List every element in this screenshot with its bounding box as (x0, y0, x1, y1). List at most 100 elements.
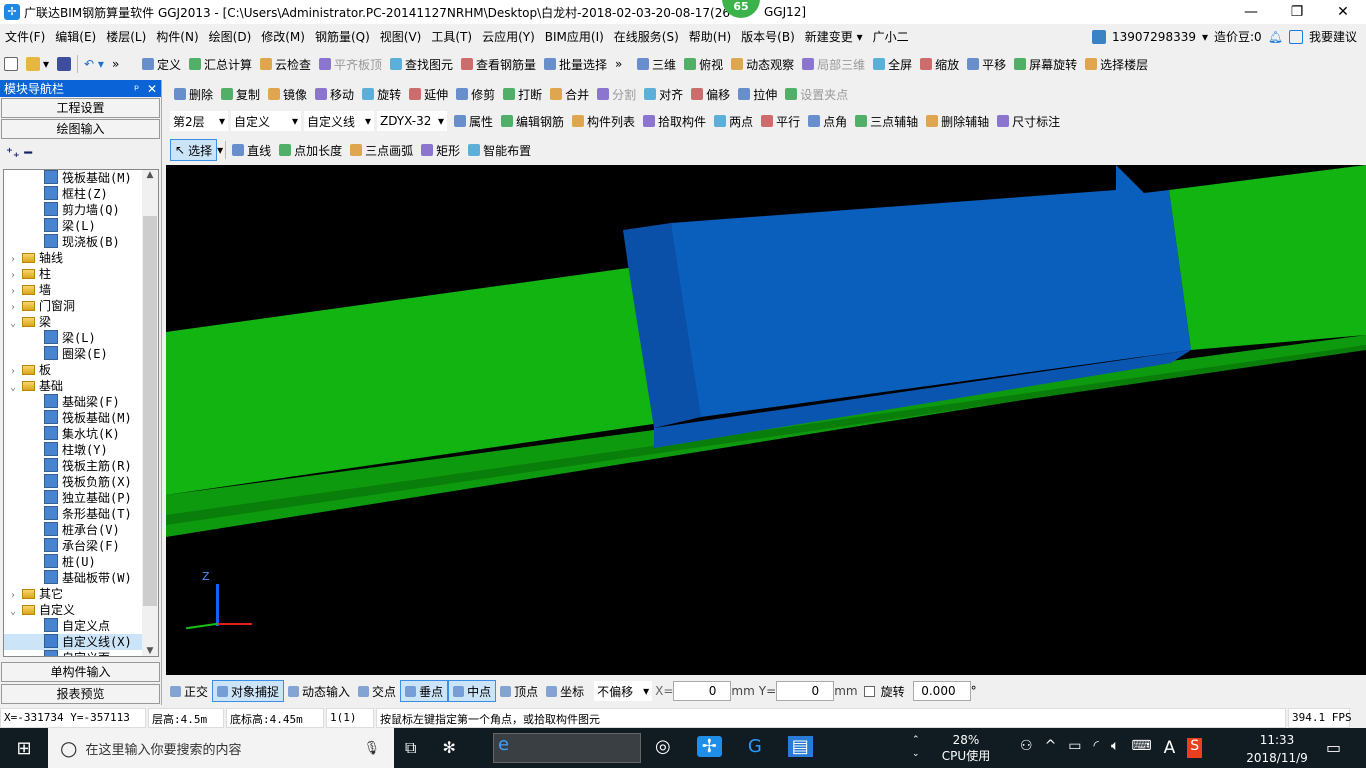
fan-app-icon[interactable]: ✻ (442, 738, 455, 758)
menu-item[interactable]: 帮助(H) (684, 28, 736, 45)
toolbar-button[interactable]: 删除 (170, 86, 217, 103)
snap-toggle[interactable]: 动态输入 (284, 680, 354, 702)
toolbar-button[interactable]: 合并 (546, 86, 593, 103)
battery-icon[interactable]: ▭ (1068, 738, 1081, 758)
tree-item[interactable]: 现浇板(B) (4, 234, 158, 250)
toolbar-button[interactable]: 平齐板顶 (315, 56, 386, 73)
toolbar-button[interactable]: 对齐 (640, 86, 687, 103)
tree-item[interactable]: › 墙 (4, 282, 158, 298)
menu-item[interactable]: BIM应用(I) (540, 28, 609, 45)
menu-item[interactable]: 云应用(Y) (477, 28, 540, 45)
pin-icon[interactable]: ᵖ (134, 82, 139, 96)
tree-item[interactable]: › 门窗洞 (4, 298, 158, 314)
tree-item[interactable]: › 轴线 (4, 250, 158, 266)
tree-item[interactable]: 基础板带(W) (4, 570, 158, 586)
snap-toggle[interactable]: 对象捕捉 (212, 680, 285, 702)
menu-item[interactable]: 文件(F) (0, 28, 50, 45)
viewer-app-icon[interactable]: ▤ (787, 736, 813, 757)
x-offset-input[interactable]: 0 (673, 681, 732, 701)
task-view-icon[interactable]: ⧉ (405, 738, 416, 758)
tree-item[interactable]: 剪力墙(Q) (4, 202, 158, 218)
toolbar-button[interactable]: 编辑钢筋 (497, 113, 568, 130)
wifi-icon[interactable]: ◜ (1094, 738, 1099, 758)
toolbar-button[interactable]: 尺寸标注 (993, 113, 1064, 130)
tree-item[interactable]: 柱墩(Y) (4, 442, 158, 458)
floor-select[interactable]: 第2层 ▾ (170, 111, 228, 131)
tree-item[interactable]: 基础梁(F) (4, 394, 158, 410)
tree-item[interactable]: 承台梁(F) (4, 538, 158, 554)
microphone-icon[interactable]: 🎙︎ (363, 741, 380, 756)
project-settings-button[interactable]: 工程设置 (1, 98, 160, 118)
toolbar-button[interactable]: 直线 (228, 142, 275, 159)
toolbar-button[interactable]: 点加长度 (275, 142, 346, 159)
toolbar-button[interactable]: 批量选择 (540, 56, 611, 73)
menu-item[interactable]: 绘图(D) (204, 28, 257, 45)
component-select[interactable]: ZDYX-32 ▾ (377, 111, 447, 131)
menu-item[interactable]: 在线服务(S) (609, 28, 684, 45)
bell-icon[interactable]: 🔔︎ (1268, 30, 1283, 44)
tree-item[interactable]: 条形基础(T) (4, 506, 158, 522)
menu-item[interactable]: 楼层(L) (101, 28, 151, 45)
toolbar-button[interactable]: 三维 (633, 56, 680, 73)
tree-item[interactable]: 筏板负筋(X) (4, 474, 158, 490)
angle-input[interactable]: 0.000 (912, 681, 971, 701)
toolbar-button[interactable]: 缩放 (916, 56, 963, 73)
toolbar-button[interactable]: 设置夹点 (781, 86, 852, 103)
glodon-app-icon[interactable]: ✢ (696, 736, 722, 757)
subtype-select[interactable]: 自定义线 ▾ (304, 111, 374, 131)
minimize-button[interactable]: — (1228, 0, 1274, 24)
toolbar-button[interactable]: 全屏 (869, 56, 916, 73)
maximize-button[interactable]: ❐ (1274, 0, 1320, 24)
toolbar-button[interactable]: 延伸 (405, 86, 452, 103)
save-button[interactable] (53, 57, 75, 71)
nav-close-icon[interactable]: ✕ (147, 82, 157, 96)
toolbar-button[interactable]: 查看钢筋量 (457, 56, 540, 73)
menu-item[interactable]: 工具(T) (426, 28, 477, 45)
toolbar-button[interactable]: 点角 (804, 113, 851, 130)
tree-item[interactable]: 梁(L) (4, 330, 158, 346)
toolbar-button[interactable]: 修剪 (452, 86, 499, 103)
menu-item[interactable]: 新建变更 ▾ (800, 28, 868, 45)
sogou-icon[interactable]: S (1187, 738, 1203, 758)
toolbar-button[interactable]: 矩形 (417, 142, 464, 159)
open-file-button[interactable]: ▾ (22, 57, 53, 71)
suggest-button[interactable]: 我要建议 (1309, 28, 1357, 45)
snap-toggle[interactable]: 正交 (166, 680, 212, 702)
toolbar-button[interactable]: 旋转 (358, 86, 405, 103)
toolbar-button[interactable]: 镜像 (264, 86, 311, 103)
tree-item[interactable]: 桩(U) (4, 554, 158, 570)
dropdown-arrow-icon[interactable]: ▾ (217, 143, 223, 157)
toolbar-button[interactable]: 偏移 (687, 86, 734, 103)
toolbar-button[interactable]: 构件列表 (568, 113, 639, 130)
tree-item[interactable]: ⌄ 梁 (4, 314, 158, 330)
snap-toggle[interactable]: 垂点 (400, 680, 449, 702)
rotate-checkbox[interactable] (863, 685, 875, 697)
menu-item[interactable]: 修改(M) (256, 28, 310, 45)
menu-item[interactable]: 编辑(E) (50, 28, 101, 45)
snap-toggle[interactable]: 中点 (448, 680, 497, 702)
account-phone[interactable]: 13907298339 (1112, 30, 1196, 44)
taskbar-search[interactable]: ○ 在这里输入你要搜索的内容 🎙︎ (48, 728, 394, 768)
toolbar-button[interactable]: 打断 (499, 86, 546, 103)
volume-icon[interactable]: 🔈︎ (1111, 738, 1119, 758)
glodon-g-icon[interactable]: G (748, 736, 762, 757)
tree-item[interactable]: › 其它 (4, 586, 158, 602)
new-file-button[interactable] (0, 57, 22, 71)
windows-start-icon[interactable]: ⊞ (0, 738, 48, 759)
undo-button[interactable]: ↶ ▾ (80, 57, 108, 71)
toolbar-button[interactable]: 属性 (450, 113, 497, 130)
close-button[interactable]: ✕ (1320, 0, 1366, 24)
toolbar-button[interactable]: 云检查 (256, 56, 315, 73)
toolbar-button[interactable]: 局部三维 (798, 56, 869, 73)
tree-item[interactable]: ⌄ 自定义 (4, 602, 158, 618)
ime-indicator[interactable]: A (1164, 738, 1176, 758)
draw-input-button[interactable]: 绘图输入 (1, 119, 160, 139)
tree-scrollbar[interactable]: ▲ ▼ (142, 170, 158, 656)
clock-time[interactable]: 11:33 (1242, 731, 1312, 749)
select-button[interactable]: ↖ 选择 (170, 139, 218, 161)
type-select[interactable]: 自定义 ▾ (231, 111, 301, 131)
snap-toggle[interactable]: 顶点 (496, 680, 542, 702)
show-hidden-icon[interactable]: ^ (1045, 738, 1057, 758)
tree-item[interactable]: › 柱 (4, 266, 158, 282)
ie-search-box[interactable]: e (493, 733, 641, 763)
